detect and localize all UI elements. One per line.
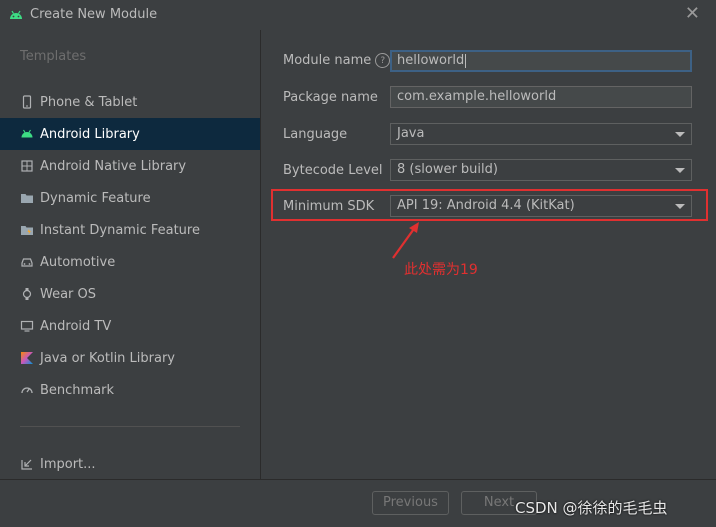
module-form: Module name? helloworld Package name com… — [261, 30, 716, 479]
language-select[interactable]: Java — [390, 123, 692, 145]
sidebar-item-label: Android TV — [40, 318, 112, 334]
android-studio-icon — [8, 7, 24, 23]
title-bar: Create New Module ✕ — [0, 0, 716, 30]
sidebar-item-phone-tablet[interactable]: Phone & Tablet — [0, 86, 260, 118]
sidebar-item-instant-dynamic-feature[interactable]: Instant Dynamic Feature — [0, 214, 260, 246]
package-name-label: Package name — [283, 90, 378, 105]
help-icon[interactable]: ? — [375, 53, 391, 68]
bytecode-level-select[interactable]: 8 (slower build) — [390, 159, 692, 181]
sidebar-item-android-library[interactable]: Android Library — [0, 118, 260, 150]
import-label: Import... — [40, 456, 96, 472]
tv-icon — [20, 319, 34, 333]
sidebar-item-label: Android Native Library — [40, 158, 187, 174]
text-caret — [465, 53, 467, 68]
kotlin-icon — [20, 351, 34, 365]
templates-sidebar: Templates Phone & Tablet Android Library… — [0, 30, 260, 479]
sidebar-item-android-native-library[interactable]: Android Native Library — [0, 150, 260, 182]
sidebar-item-android-tv[interactable]: Android TV — [0, 310, 260, 342]
close-icon[interactable]: ✕ — [685, 4, 700, 24]
sidebar-item-label: Benchmark — [40, 382, 115, 398]
phone-icon — [20, 95, 34, 109]
sidebar-item-automotive[interactable]: Automotive — [0, 246, 260, 278]
sidebar-item-dynamic-feature[interactable]: Dynamic Feature — [0, 182, 260, 214]
module-name-input[interactable]: helloworld — [390, 50, 692, 72]
dialog-footer: Previous Next CSDN @徐徐的毛毛虫 — [0, 480, 716, 527]
chevron-down-icon — [675, 132, 685, 137]
package-name-input[interactable]: com.example.helloworld — [390, 86, 692, 108]
sidebar-item-wear-os[interactable]: Wear OS — [0, 278, 260, 310]
native-library-icon — [20, 159, 34, 173]
bytecode-level-label: Bytecode Level — [283, 163, 383, 178]
watch-icon — [20, 287, 34, 301]
annotation-text: 此处需为19 — [404, 262, 478, 278]
import-button[interactable]: Import... — [0, 448, 260, 480]
annotation-arrow-icon — [392, 222, 419, 259]
watermark: CSDN @徐徐的毛毛虫 — [515, 499, 668, 517]
sidebar-item-java-kotlin-library[interactable]: Java or Kotlin Library — [0, 342, 260, 374]
sidebar-item-label: Android Library — [40, 126, 140, 142]
sidebar-item-benchmark[interactable]: Benchmark — [0, 374, 260, 406]
annotation-highlight-box — [271, 189, 708, 221]
templates-heading: Templates — [20, 49, 87, 64]
sidebar-item-label: Java or Kotlin Library — [40, 350, 176, 366]
gauge-icon — [20, 383, 34, 397]
module-name-label: Module name? — [283, 53, 391, 68]
language-label: Language — [283, 127, 348, 142]
android-icon — [20, 127, 34, 141]
sidebar-item-label: Automotive — [40, 254, 116, 270]
sidebar-item-label: Dynamic Feature — [40, 190, 151, 206]
import-icon — [20, 457, 34, 471]
sidebar-divider — [20, 426, 240, 427]
instant-folder-icon — [20, 223, 34, 237]
sidebar-item-label: Wear OS — [40, 286, 97, 302]
chevron-down-icon — [675, 168, 685, 173]
window-title: Create New Module — [30, 7, 158, 22]
folder-icon — [20, 191, 34, 205]
car-icon — [20, 255, 34, 269]
sidebar-item-label: Instant Dynamic Feature — [40, 222, 200, 238]
previous-button[interactable]: Previous — [372, 491, 449, 515]
sidebar-item-label: Phone & Tablet — [40, 94, 138, 110]
